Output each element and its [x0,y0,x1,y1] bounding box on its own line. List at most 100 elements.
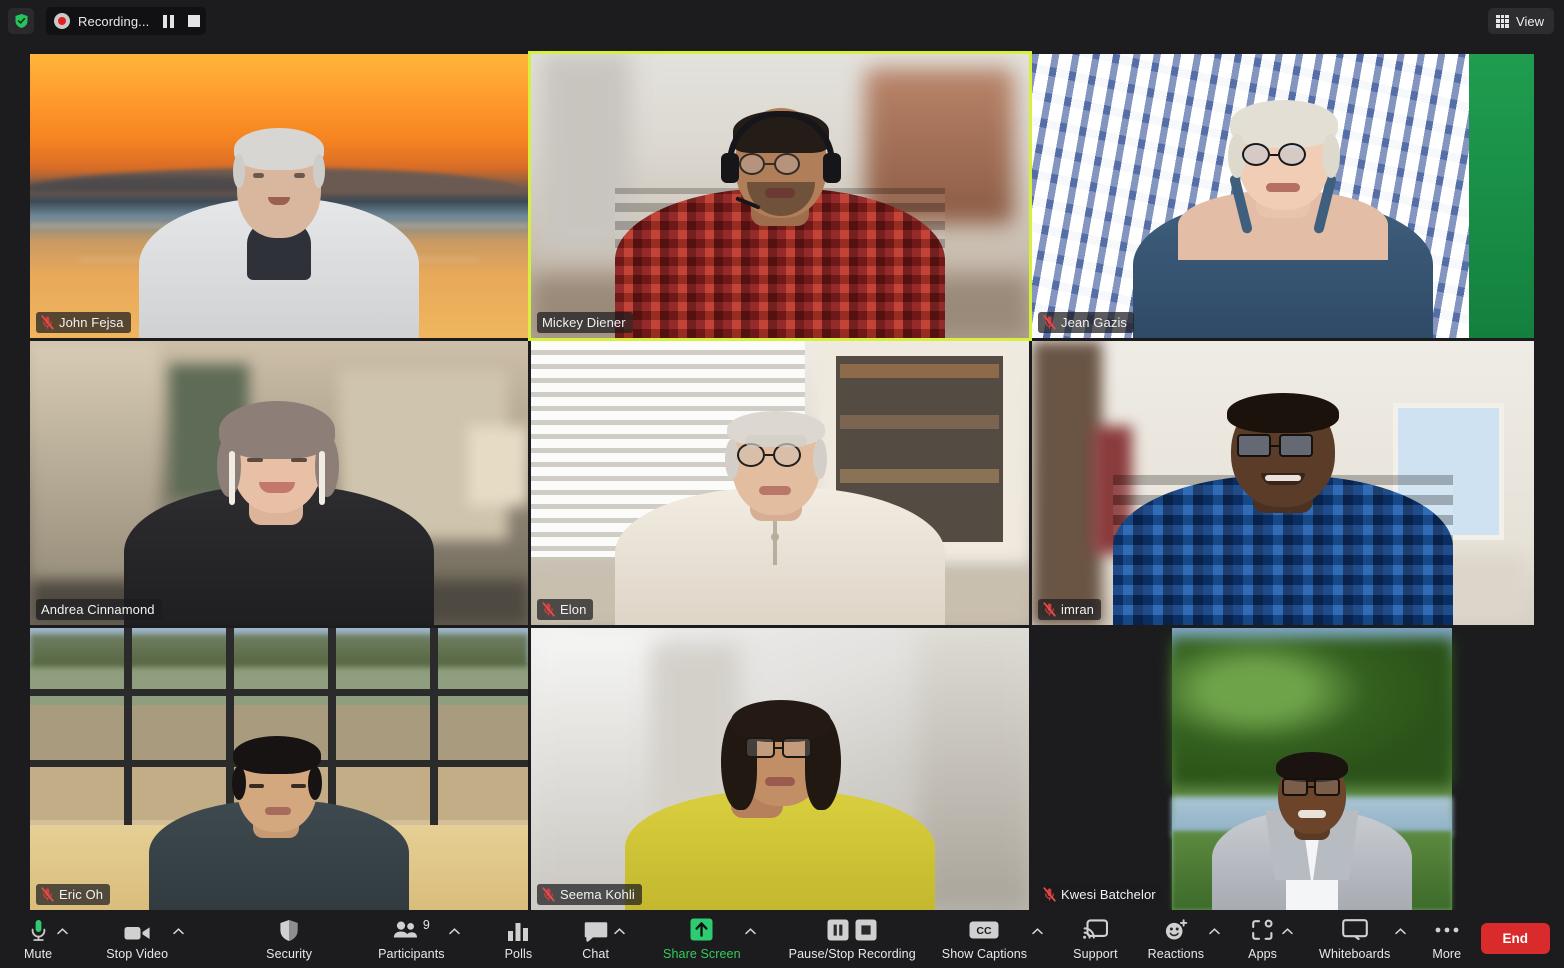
polls-bars-icon [507,918,529,942]
video-feed [531,628,1029,910]
participant-name: Eric Oh [59,887,104,902]
pause-stop-recording-icon [827,918,877,942]
closed-captions-icon: CC [969,918,999,942]
stop-icon [188,15,201,27]
support-label: Support [1073,946,1118,961]
video-tile-andrea-cinnamond[interactable]: Andrea Cinnamond [30,341,528,625]
stop-recording-button[interactable] [188,15,201,27]
video-camera-icon [124,918,151,942]
stop-video-label: Stop Video [106,946,169,961]
reactions-smiley-icon [1164,918,1188,942]
video-feed [1172,628,1452,910]
polls-button[interactable]: Polls [503,912,535,966]
show-captions-label: Show Captions [941,946,1028,961]
pause-stop-recording-label: Pause/Stop Recording [788,946,916,961]
recording-indicator: Recording... [46,7,207,35]
shield-check-icon[interactable] [8,8,34,34]
participants-button[interactable]: 9 Participants [376,912,447,966]
video-options-caret[interactable] [170,912,186,966]
reactions-button[interactable]: Reactions [1146,912,1207,966]
video-tile-mickey-diener[interactable]: Mickey Diener [528,51,1032,341]
participant-name-label: Seema Kohli [537,884,642,905]
participant-name: Kwesi Batchelor [1061,887,1156,902]
video-gallery-grid: John Fejsa Mickey Diener Jean Gazis Andr… [30,51,1534,910]
video-tile-imran[interactable]: imran [1032,341,1534,625]
whiteboards-button[interactable]: Whiteboards [1317,912,1392,966]
participant-name: Andrea Cinnamond [41,602,155,617]
video-tile-seema-kohli[interactable]: Seema Kohli [531,628,1029,910]
end-meeting-button[interactable]: End [1480,923,1550,954]
chat-button[interactable]: Chat [580,912,611,966]
share-screen-label: Share Screen [663,946,741,961]
show-captions-button[interactable]: CC Show Captions [940,912,1029,966]
share-screen-options-caret[interactable] [743,912,759,966]
stop-video-button[interactable]: Stop Video [104,912,170,966]
chat-options-caret[interactable] [611,912,627,966]
participant-name: Mickey Diener [542,315,626,330]
microphone-muted-icon [1043,602,1056,617]
whiteboards-label: Whiteboards [1319,946,1391,961]
microphone-muted-icon [1043,887,1056,902]
more-button[interactable]: More [1430,912,1463,966]
microphone-muted-icon [542,887,555,902]
participant-name-label: Elon [537,599,594,620]
support-button[interactable]: Support [1071,912,1119,966]
microphone-muted-icon [542,602,555,617]
captions-options-caret[interactable] [1029,912,1045,966]
meeting-controls-toolbar: Mute Stop Video Security 9 Participants … [0,910,1564,968]
video-tile-kwesi-batchelor[interactable]: Kwesi Batchelor [1032,628,1534,910]
video-feed [30,628,528,910]
apps-icon [1251,918,1274,942]
share-screen-button[interactable]: Share Screen [661,912,743,966]
audio-options-caret[interactable] [54,912,70,966]
view-button[interactable]: View [1488,8,1554,34]
apps-button[interactable]: Apps [1246,912,1279,966]
participants-options-caret[interactable] [447,912,463,966]
video-tile-elon[interactable]: Elon [531,341,1029,625]
reactions-label: Reactions [1147,946,1205,961]
participants-label: Participants [378,946,445,961]
participant-name-label: Andrea Cinnamond [36,599,162,620]
record-dot-icon [54,13,70,29]
microphone-muted-icon [1043,315,1056,330]
view-button-label: View [1516,13,1544,29]
zoom-meeting-window: Recording... View John Fejsa Mickey Dien… [0,0,1564,968]
video-tile-eric-oh[interactable]: Eric Oh [30,628,528,910]
security-button[interactable]: Security [264,912,314,966]
participant-name: imran [1061,602,1095,617]
reactions-options-caret[interactable] [1206,912,1222,966]
participant-name: John Fejsa [59,315,124,330]
participant-name-label: Eric Oh [36,884,111,905]
participants-icon: 9 [393,918,430,942]
whiteboards-options-caret[interactable] [1392,912,1408,966]
video-feed [1032,341,1534,625]
apps-options-caret[interactable] [1279,912,1295,966]
video-feed [531,54,1029,338]
microphone-icon [30,918,47,942]
microphone-muted-icon [41,315,54,330]
video-feed [30,54,528,338]
recording-label: Recording... [78,13,150,29]
pause-recording-button[interactable] [163,14,175,28]
mute-button[interactable]: Mute [22,912,54,966]
more-label: More [1432,946,1462,961]
participant-name-label: Kwesi Batchelor [1038,884,1163,905]
participant-name-label: John Fejsa [36,312,131,333]
shield-icon [279,918,299,942]
pause-stop-recording-button[interactable]: Pause/Stop Recording [787,912,918,966]
participants-count: 9 [422,917,430,932]
microphone-muted-icon [41,887,54,902]
participant-name: Seema Kohli [560,887,635,902]
security-label: Security [266,946,313,961]
pause-icon [163,14,175,28]
whiteboard-icon [1341,918,1368,942]
svg-text:CC: CC [977,925,993,937]
participant-name: Elon [560,602,587,617]
video-tile-jean-gazis[interactable]: Jean Gazis [1032,54,1534,338]
participant-name-label: Jean Gazis [1038,312,1135,333]
meeting-top-bar: Recording... View [0,0,1564,42]
chat-bubble-icon [584,918,608,942]
grid-view-icon [1496,14,1510,28]
more-ellipsis-icon [1435,918,1459,942]
video-tile-john-fejsa[interactable]: John Fejsa [30,54,528,338]
